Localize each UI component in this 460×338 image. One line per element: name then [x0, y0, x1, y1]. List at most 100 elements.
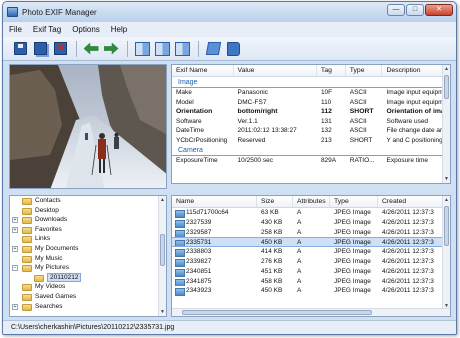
file-row[interactable]: 2341875 458 KB A JPEG Image 4/26/2011 12:37:… [172, 277, 450, 287]
file-row[interactable]: 2329587 258 KB A JPEG Image 4/26/2011 12:37:… [172, 228, 450, 238]
flip-both-button[interactable] [173, 40, 191, 58]
column-type[interactable]: Type [330, 196, 378, 207]
scroll-thumb[interactable] [444, 75, 449, 99]
exif-value[interactable]: Ver.1.1 [234, 117, 317, 127]
menu-exif-tag[interactable]: Exif Tag [28, 25, 66, 34]
tree-expander-icon[interactable]: + [12, 303, 18, 310]
column-tag[interactable]: Tag [317, 65, 346, 76]
column-value[interactable]: Value [234, 65, 317, 76]
rotate-left-button[interactable] [82, 40, 100, 58]
exif-group-header[interactable]: Camera [172, 145, 450, 156]
tree-item[interactable]: + Searches [10, 302, 166, 312]
folder-icon [22, 255, 32, 263]
exif-tag: 10F [320, 89, 333, 96]
tree-expander-icon[interactable]: + [12, 217, 18, 224]
folder-icon [22, 207, 32, 215]
title-bar[interactable]: Photo EXIF Manager — □ ✕ [3, 2, 456, 22]
delete-exif-button[interactable] [51, 40, 69, 58]
exif-tag: 132 [320, 127, 332, 134]
app-window: Photo EXIF Manager — □ ✕ File Exif Tag O… [2, 1, 457, 335]
column-type[interactable]: Type [346, 65, 383, 76]
exif-tag: 112 [320, 108, 332, 115]
save-all-button[interactable] [31, 40, 49, 58]
help-book-button[interactable] [224, 40, 242, 58]
tree-scrollbar[interactable]: ▲ ▼ [158, 196, 166, 316]
exif-value[interactable]: 2011:02:12 13:38:27 [234, 126, 317, 136]
scroll-down-icon[interactable]: ▼ [160, 309, 165, 315]
file-row[interactable]: 2327539 430 KB A JPEG Image 4/26/2011 12:37:… [172, 218, 450, 228]
scroll-thumb[interactable] [160, 234, 165, 266]
tree-item[interactable]: My Music [10, 254, 166, 264]
file-row[interactable]: 2339827 276 KB A JPEG Image 4/26/2011 12:37:… [172, 257, 450, 267]
exif-row[interactable]: DateTime 2011:02:12 13:38:27 132 ASCII File … [172, 126, 450, 136]
exif-row[interactable]: YCbCrPositioning Reserved 213 SHORT Y and C … [172, 136, 450, 146]
tree-item[interactable]: My Videos [10, 282, 166, 292]
file-row[interactable]: 2335731 450 KB A JPEG Image 4/26/2011 12:37:… [172, 237, 450, 248]
file-row[interactable]: 2338803 414 KB A JPEG Image 4/26/2011 12:37:… [172, 247, 450, 257]
file-row[interactable]: 2343923 450 KB A JPEG Image 4/26/2011 12:37:… [172, 286, 450, 297]
scroll-thumb[interactable] [444, 206, 449, 246]
exif-row[interactable]: Orientation bottom/right 112 SHORT Orientati… [172, 107, 450, 117]
folder-icon [22, 284, 32, 292]
file-attributes: A [297, 267, 302, 275]
column-name[interactable]: Name [172, 196, 257, 207]
tree-expander-icon[interactable]: − [12, 265, 18, 272]
menu-file[interactable]: File [4, 25, 27, 34]
flip-horizontal-button[interactable] [133, 40, 151, 58]
scroll-up-icon[interactable]: ▲ [160, 197, 165, 203]
edit-button[interactable] [204, 40, 222, 58]
tree-expander-icon[interactable]: + [12, 245, 18, 252]
column-description[interactable]: Description [382, 65, 450, 76]
exif-scrollbar[interactable]: ▲ ▼ [442, 65, 450, 183]
save-button[interactable] [11, 40, 29, 58]
tree-item[interactable]: 20110212 [10, 272, 166, 283]
exif-value[interactable]: bottom/right [234, 107, 317, 117]
tree-item[interactable]: + My Documents [10, 244, 166, 254]
file-row[interactable]: 2340851 451 KB A JPEG Image 4/26/2011 12:37:… [172, 267, 450, 277]
column-exif-name[interactable]: Exif Name [172, 65, 234, 76]
column-attributes[interactable]: Attributes [293, 196, 330, 207]
exif-description: Y and C positioning [386, 136, 443, 144]
flip-horizontal-icon [134, 41, 150, 56]
files-scrollbar[interactable]: ▲ ▼ [442, 196, 450, 310]
hscroll-thumb[interactable] [182, 310, 372, 315]
menu-help[interactable]: Help [106, 25, 132, 34]
tree-item[interactable]: Desktop [10, 206, 166, 216]
tree-item[interactable]: + Downloads [10, 215, 166, 225]
maximize-button[interactable]: □ [406, 4, 424, 16]
tree-item[interactable]: + Favorites [10, 225, 166, 235]
tree-item[interactable]: − My Pictures [10, 263, 166, 273]
exif-value[interactable]: DMC-FS7 [234, 98, 317, 108]
menu-options[interactable]: Options [67, 25, 105, 34]
tree-item[interactable]: Contacts [10, 196, 166, 206]
column-size[interactable]: Size [257, 196, 293, 207]
file-row[interactable]: 115d71700c64 63 KB A JPEG Image 4/26/2011 12… [172, 208, 450, 218]
flip-vertical-button[interactable] [153, 40, 171, 58]
scroll-up-icon[interactable]: ▲ [444, 197, 449, 203]
exif-row[interactable]: Make Panasonic 10F ASCII Image input equipm [172, 88, 450, 98]
tree-item[interactable]: Saved Games [10, 292, 166, 302]
file-name: 2329587 [172, 228, 257, 238]
exif-group-header[interactable]: Image [172, 77, 450, 88]
exif-row[interactable]: Software Ver.1.1 131 ASCII Software used [172, 117, 450, 127]
scroll-down-icon[interactable]: ▼ [444, 176, 449, 182]
exif-value[interactable]: 10/2500 sec [234, 156, 317, 166]
column-created[interactable]: Created [378, 196, 444, 207]
exif-value[interactable]: Panasonic [234, 88, 317, 98]
tree-item[interactable]: Links [10, 234, 166, 244]
files-hscrollbar[interactable] [172, 308, 450, 316]
rotate-right-button[interactable] [102, 40, 120, 58]
file-size: 430 KB [261, 218, 283, 226]
exif-value[interactable]: Reserved [234, 136, 317, 146]
exif-row[interactable]: ExposureTime 10/2500 sec 829A RATIO... Expos… [172, 156, 450, 166]
tree-expander-icon[interactable]: + [12, 226, 18, 233]
exif-name: Make [176, 89, 192, 96]
close-button[interactable]: ✕ [425, 4, 453, 16]
toolbar [3, 37, 456, 61]
file-created: 4/26/2011 12:37:3 [378, 237, 444, 248]
exif-tag: 110 [320, 98, 332, 106]
exif-row[interactable]: Model DMC-FS7 110 ASCII Image input equipm [172, 98, 450, 108]
minimize-button[interactable]: — [387, 4, 405, 16]
scroll-up-icon[interactable]: ▲ [444, 66, 449, 72]
file-name: 2340851 [172, 267, 257, 277]
